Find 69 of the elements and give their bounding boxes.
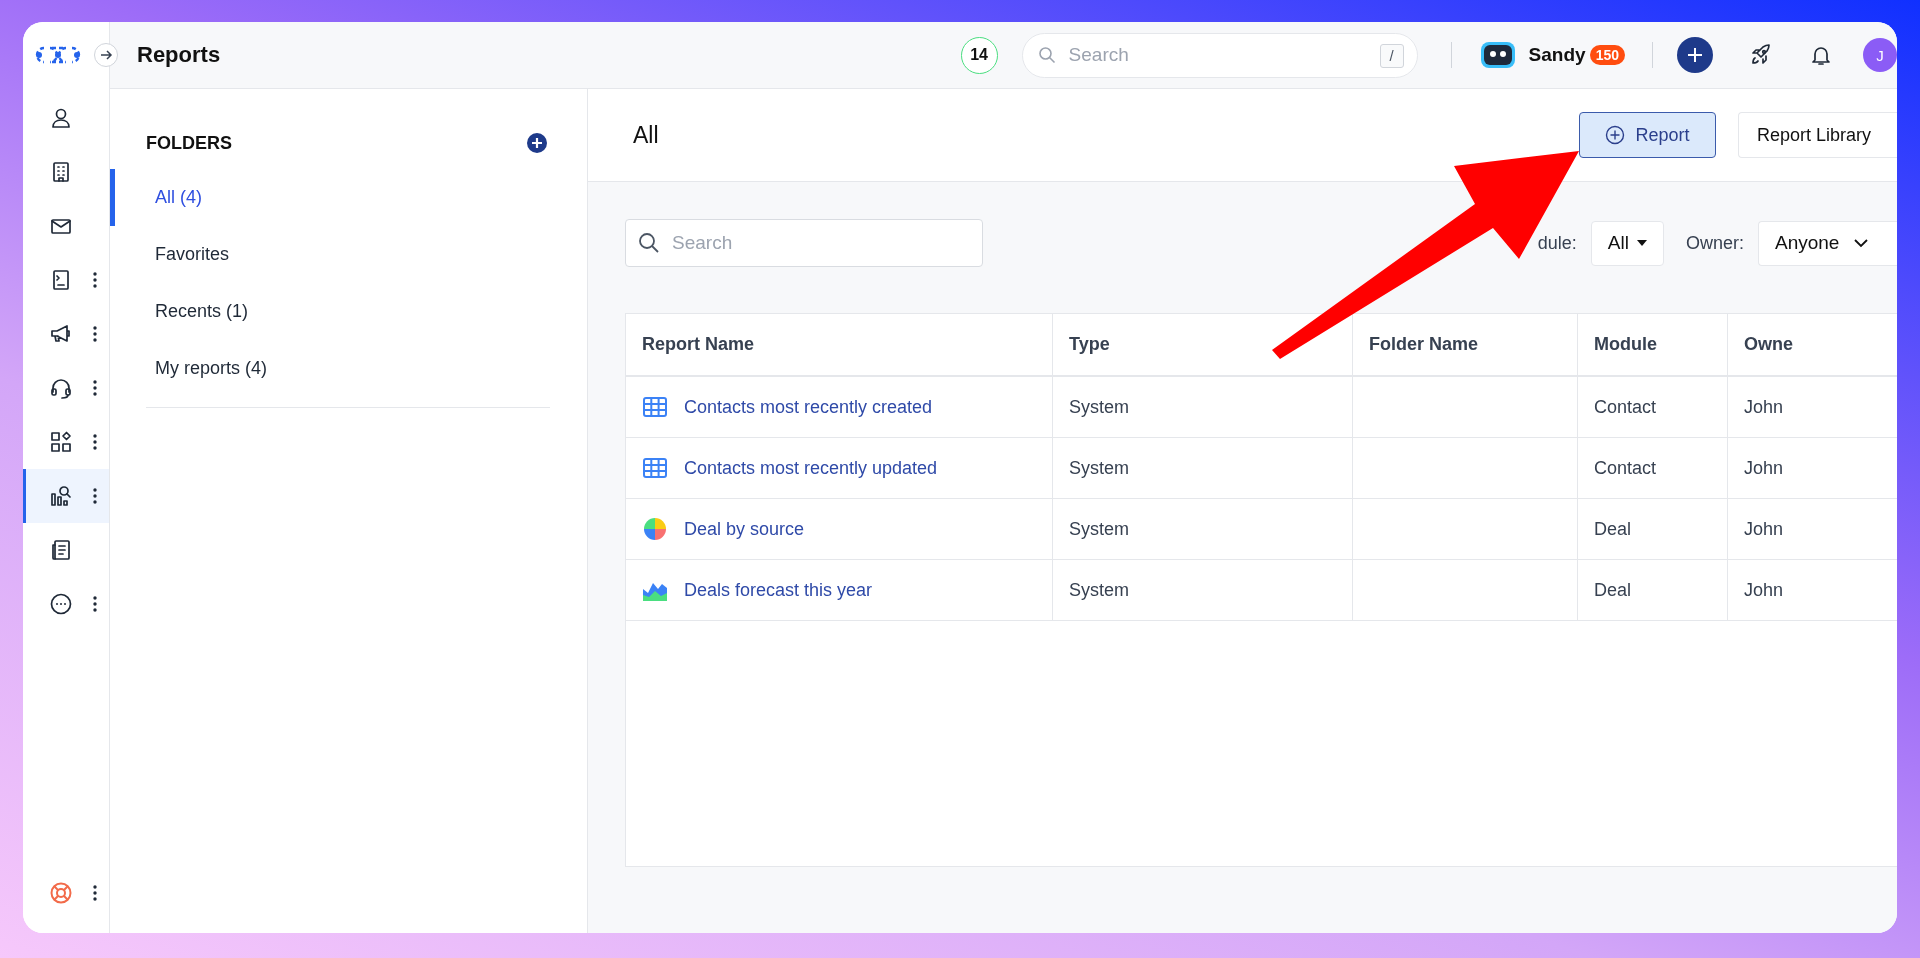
arrow-icon bbox=[99, 48, 113, 62]
notebook-icon bbox=[49, 538, 73, 562]
table-cell-text: John bbox=[1743, 456, 1785, 480]
pie-chart-icon bbox=[642, 516, 668, 542]
column-header: Module bbox=[1578, 314, 1728, 375]
rocket-icon[interactable] bbox=[1749, 43, 1773, 67]
folder-item[interactable]: Recents (1) bbox=[110, 283, 587, 340]
logo-icon bbox=[35, 45, 81, 65]
chart-search-icon bbox=[49, 484, 73, 508]
folder-item[interactable]: Favorites bbox=[110, 226, 587, 283]
kebab-icon[interactable] bbox=[93, 434, 97, 450]
kebab-icon[interactable] bbox=[93, 326, 97, 342]
kebab-icon[interactable] bbox=[93, 596, 97, 612]
folder-item[interactable]: My reports (4) bbox=[110, 340, 587, 397]
lifebuoy-icon bbox=[49, 881, 73, 905]
section-title: All bbox=[633, 121, 659, 149]
table-cell: Deal bbox=[1578, 499, 1728, 559]
table-cell-text: John bbox=[1743, 517, 1785, 541]
filter-dropdown[interactable]: Anyone bbox=[1758, 220, 1897, 266]
section-title: FOLDERS bbox=[146, 132, 232, 154]
search-icon bbox=[638, 232, 660, 254]
headset-icon bbox=[49, 376, 73, 400]
folder-item[interactable]: All (4) bbox=[110, 169, 587, 226]
table-cell-text: John bbox=[1743, 578, 1785, 602]
filter-dropdown[interactable]: All bbox=[1590, 220, 1664, 266]
table-cell: System bbox=[1053, 438, 1353, 498]
column-header: Owne bbox=[1743, 333, 1794, 356]
report-link[interactable]: Contacts most recently created bbox=[684, 396, 933, 418]
report-link[interactable]: Deals forecast this year bbox=[684, 579, 873, 601]
user-name[interactable]: Sandy bbox=[1528, 44, 1586, 66]
grid-icon bbox=[642, 455, 668, 481]
add-icon bbox=[1605, 125, 1626, 145]
new-report-button[interactable]: Report bbox=[1579, 112, 1716, 158]
table-cell: System bbox=[1053, 499, 1353, 559]
search-icon bbox=[1037, 45, 1056, 64]
table-cell: Deal bbox=[1578, 560, 1728, 620]
robot-icon[interactable] bbox=[1479, 41, 1516, 69]
add-button[interactable] bbox=[1677, 37, 1713, 73]
column-header: Folder Name bbox=[1353, 314, 1578, 375]
kebab-icon[interactable] bbox=[93, 488, 97, 504]
plus-icon bbox=[1686, 46, 1704, 64]
nav-item[interactable] bbox=[23, 469, 109, 523]
filter-label: dule: bbox=[1537, 232, 1577, 254]
count-badge[interactable]: 14 bbox=[960, 36, 998, 74]
column-header: Report Name bbox=[626, 314, 1053, 375]
library-button[interactable]: Report Library bbox=[1738, 112, 1897, 158]
kebab-icon[interactable] bbox=[93, 885, 97, 901]
add-icon[interactable] bbox=[527, 133, 547, 153]
table-cell: Contact bbox=[1578, 377, 1728, 437]
table-cell: System bbox=[1053, 560, 1353, 620]
kebab-icon[interactable] bbox=[93, 272, 97, 288]
apps-icon bbox=[49, 430, 73, 454]
count-badge: 150 bbox=[1589, 45, 1625, 65]
caret-icon bbox=[1636, 240, 1647, 246]
more-icon bbox=[49, 592, 73, 616]
table-cell-text: John bbox=[1743, 395, 1785, 419]
filter-label: Owner: bbox=[1685, 232, 1744, 254]
report-link[interactable]: Contacts most recently updated bbox=[684, 457, 938, 479]
avatar[interactable]: J bbox=[1863, 38, 1897, 72]
report-link[interactable]: Deal by source bbox=[684, 518, 805, 540]
grid-icon bbox=[642, 394, 668, 420]
chevron-icon bbox=[1853, 238, 1870, 248]
table-cell: Contact bbox=[1578, 438, 1728, 498]
expand-button[interactable] bbox=[94, 43, 118, 67]
kebab-icon[interactable] bbox=[93, 380, 97, 396]
page-title: Reports bbox=[137, 42, 221, 68]
search-field[interactable]: Search bbox=[625, 219, 983, 267]
table-cell: System bbox=[1053, 377, 1353, 437]
person-icon bbox=[49, 106, 73, 130]
